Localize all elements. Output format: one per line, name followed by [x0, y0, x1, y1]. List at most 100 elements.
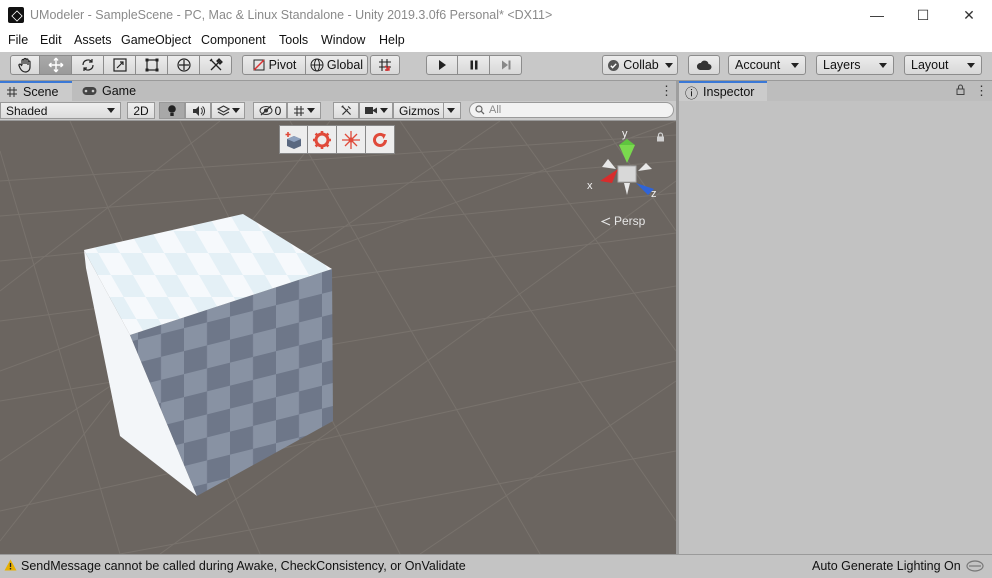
- move-tool-button[interactable]: [40, 55, 72, 75]
- lighting-toggle[interactable]: [159, 102, 185, 119]
- grid-snap-icon: [379, 59, 391, 71]
- orientation-gizmo[interactable]: [600, 139, 654, 195]
- close-button[interactable]: ✕: [946, 0, 992, 30]
- account-dropdown[interactable]: Account: [728, 55, 806, 75]
- layers-chevron-icon: [879, 62, 887, 68]
- pivot-label: Pivot: [268, 58, 297, 72]
- layers-dropdown[interactable]: Layers: [816, 55, 894, 75]
- shading-mode-label: Shaded: [6, 103, 48, 118]
- tools-icon: [209, 58, 223, 71]
- collab-chevron-icon: [664, 62, 673, 68]
- umodeler-settings-button[interactable]: [308, 125, 337, 154]
- gizmo-center-cube[interactable]: [617, 165, 637, 183]
- hand-icon: [18, 57, 31, 73]
- maximize-button[interactable]: ☐: [900, 0, 946, 30]
- axis-y-cone[interactable]: [619, 145, 635, 163]
- rotate-tool-button[interactable]: [72, 55, 104, 75]
- account-label: Account: [735, 58, 781, 72]
- layout-label: Layout: [911, 58, 949, 72]
- shading-mode-dropdown[interactable]: Shaded: [0, 102, 121, 119]
- menu-bar: File Edit Assets GameObject Component To…: [0, 30, 992, 53]
- scene-grid-icon: [7, 87, 17, 97]
- cloud-icon: [696, 60, 712, 70]
- cloud-button[interactable]: [688, 55, 720, 75]
- camera-chevron-icon: [380, 108, 388, 113]
- scene-search-field[interactable]: All: [469, 102, 674, 118]
- transform-all-icon: [176, 58, 191, 72]
- tab-game[interactable]: Game: [76, 81, 146, 101]
- mode-2d-toggle[interactable]: 2D: [127, 102, 155, 119]
- grid-icon: [294, 105, 304, 116]
- scale-tool-button[interactable]: [104, 55, 136, 75]
- camera-dropdown[interactable]: [359, 102, 393, 119]
- gizmo-lock-icon[interactable]: [656, 131, 665, 145]
- lightbulb-icon: [168, 105, 176, 116]
- scene-panel-menu-icon[interactable]: ⋮: [660, 83, 673, 99]
- account-chevron-icon: [791, 62, 799, 68]
- pivot-toggle-button[interactable]: Pivot: [242, 55, 306, 75]
- pause-button[interactable]: [458, 55, 490, 75]
- effects-layers-icon: [216, 104, 230, 116]
- console-message[interactable]: SendMessage cannot be called during Awak…: [21, 559, 466, 573]
- inspector-menu-icon[interactable]: ⋮: [975, 83, 988, 99]
- axis-z-label: z: [651, 188, 657, 200]
- scene-canvas[interactable]: y x z: [0, 121, 676, 554]
- tab-inspector[interactable]: ⓘ Inspector: [679, 81, 767, 101]
- lighting-status: Auto Generate Lighting On: [812, 559, 961, 573]
- hidden-count: 0: [274, 103, 282, 118]
- global-toggle-button[interactable]: Global: [306, 55, 368, 75]
- rect-tool-button[interactable]: [136, 55, 168, 75]
- pivot-star-icon: [342, 130, 360, 149]
- hand-tool-button[interactable]: [10, 55, 40, 75]
- menu-gameobject[interactable]: GameObject: [121, 33, 191, 47]
- menu-file[interactable]: File: [8, 33, 28, 47]
- umodeler-pivot-button[interactable]: [337, 125, 366, 154]
- minimize-icon: —: [870, 7, 884, 23]
- checker-cube[interactable]: [84, 214, 333, 496]
- menu-tools[interactable]: Tools: [279, 33, 308, 47]
- audio-toggle[interactable]: [185, 102, 211, 119]
- scene-tools-toggle[interactable]: [333, 102, 359, 119]
- grid-snap-button[interactable]: [370, 55, 400, 75]
- grid-visibility-dropdown[interactable]: [287, 102, 321, 119]
- step-button[interactable]: [490, 55, 522, 75]
- perspective-icon: [601, 216, 611, 226]
- menu-window[interactable]: Window: [321, 33, 365, 47]
- collab-check-icon: [608, 59, 620, 71]
- umodeler-add-object-button[interactable]: [279, 125, 308, 154]
- unity-logo-icon: [8, 7, 24, 23]
- transform-tool-button[interactable]: [168, 55, 200, 75]
- effects-dropdown[interactable]: [211, 102, 245, 119]
- umodeler-refresh-button[interactable]: [366, 125, 395, 154]
- play-button[interactable]: [426, 55, 458, 75]
- warning-icon: [4, 559, 17, 574]
- gizmos-label: Gizmos: [399, 103, 440, 118]
- menu-assets[interactable]: Assets: [74, 33, 112, 47]
- custom-tool-button[interactable]: [200, 55, 232, 75]
- minimize-button[interactable]: —: [854, 0, 900, 30]
- axis-x-cone[interactable]: [600, 169, 618, 183]
- move-arrows-icon: [48, 57, 63, 73]
- umodeler-toolbar: [279, 125, 395, 154]
- inspector-lock-icon[interactable]: [956, 84, 965, 98]
- menu-component[interactable]: Component: [201, 33, 266, 47]
- add-cube-icon: [285, 131, 301, 149]
- pause-icon: [470, 60, 477, 70]
- layout-dropdown[interactable]: Layout: [904, 55, 982, 75]
- menu-help[interactable]: Help: [379, 33, 405, 47]
- play-icon: [439, 60, 446, 70]
- axis-y-label: y: [622, 128, 628, 140]
- step-icon: [501, 60, 510, 70]
- scene-viewport[interactable]: y x z Persp: [0, 121, 676, 554]
- collab-dropdown[interactable]: Collab: [602, 55, 678, 75]
- persp-label: Persp: [614, 214, 646, 228]
- layers-label: Layers: [823, 58, 861, 72]
- rotate-icon: [81, 59, 94, 71]
- projection-toggle[interactable]: Persp: [601, 214, 645, 228]
- hidden-objects-toggle[interactable]: 0: [253, 102, 287, 119]
- menu-edit[interactable]: Edit: [40, 33, 62, 47]
- tab-scene[interactable]: Scene: [0, 81, 72, 101]
- gizmos-dropdown[interactable]: Gizmos: [393, 102, 461, 119]
- scene-toolbar: Shaded 2D 0 Gizmos All: [0, 101, 676, 121]
- lighting-progress-icon: [966, 559, 984, 576]
